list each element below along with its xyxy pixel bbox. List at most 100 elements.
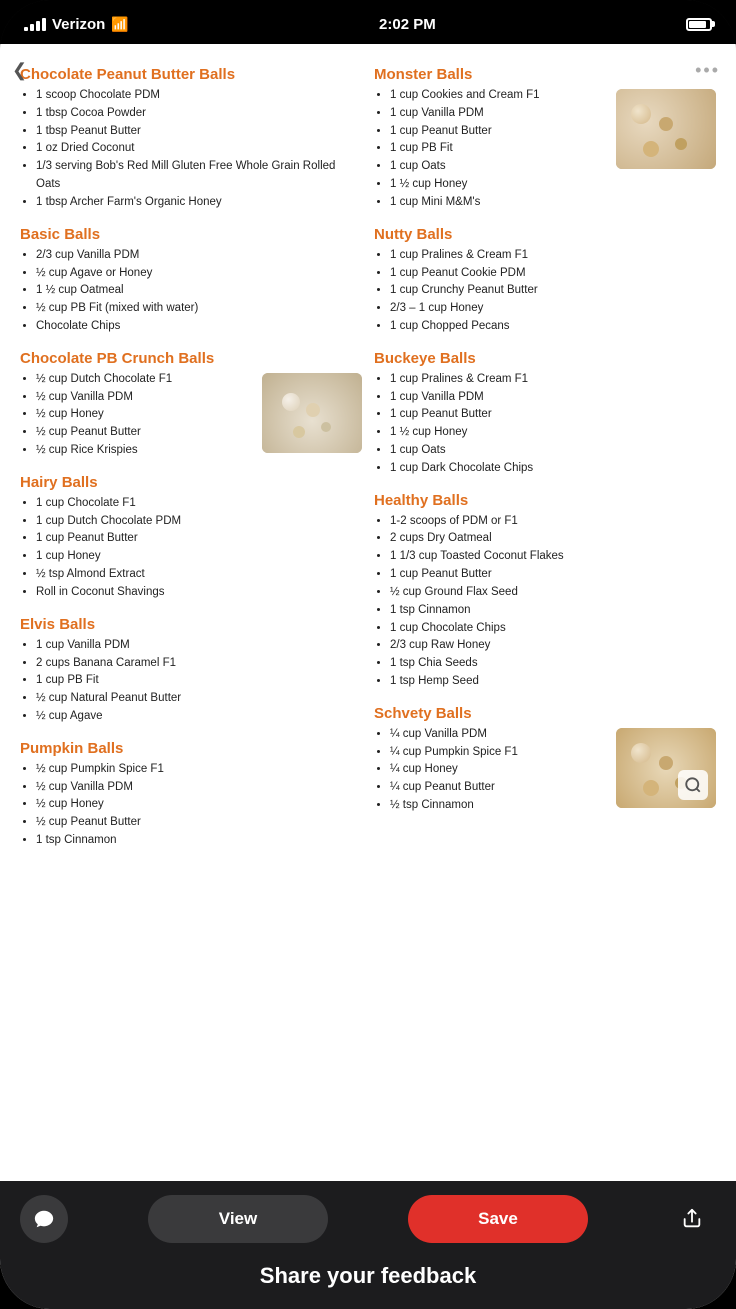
list-item: 1 cup Pralines & Cream F1 [390, 247, 716, 265]
list-item: 1 tbsp Cocoa Powder [36, 105, 362, 123]
ingredients-hairy-balls: 1 cup Chocolate F1 1 cup Dutch Chocolate… [20, 495, 362, 602]
list-item: 2 cups Banana Caramel F1 [36, 655, 362, 673]
list-item: Chocolate Chips [36, 318, 362, 336]
recipe-monster-balls: Monster Balls 1 cup Cookies and Cream F1… [374, 66, 716, 212]
list-item: ½ cup Agave or Honey [36, 265, 362, 283]
schvety-balls-image [616, 728, 716, 808]
ingredients-elvis-balls: 1 cup Vanilla PDM 2 cups Banana Caramel … [20, 637, 362, 726]
list-item: 1/3 serving Bob's Red Mill Gluten Free W… [36, 158, 362, 194]
status-bar: Verizon 📶 2:02 PM [0, 0, 736, 44]
list-item: 1 cup Oats [390, 442, 716, 460]
list-item: 1 cup Chopped Pecans [390, 318, 716, 336]
recipe-title-elvis-balls: Elvis Balls [20, 616, 362, 633]
list-item: Roll in Coconut Shavings [36, 584, 362, 602]
list-item: ½ cup Ground Flax Seed [390, 584, 716, 602]
scan-icon[interactable] [678, 770, 708, 800]
list-item: 1 cup PB Fit [36, 672, 362, 690]
recipe-basic-balls: Basic Balls 2/3 cup Vanilla PDM ½ cup Ag… [20, 226, 362, 336]
list-item: 1 cup Peanut Butter [390, 406, 716, 424]
list-item: ½ cup Pumpkin Spice F1 [36, 761, 362, 779]
list-item: 1 ½ cup Honey [390, 424, 716, 442]
list-item: 1 cup Mini M&M's [390, 194, 716, 212]
more-options-button[interactable]: ••• [695, 60, 720, 81]
list-item: 1 tsp Cinnamon [390, 602, 716, 620]
list-item: 1 ½ cup Honey [390, 176, 716, 194]
list-item: 2/3 cup Vanilla PDM [36, 247, 362, 265]
recipe-title-chocolate-pb-crunch: Chocolate PB Crunch Balls [20, 350, 362, 367]
recipe-nutty-balls: Nutty Balls 1 cup Pralines & Cream F1 1 … [374, 226, 716, 336]
recipe-hairy-balls: Hairy Balls 1 cup Chocolate F1 1 cup Dut… [20, 474, 362, 602]
feedback-label: Share your feedback [0, 1263, 736, 1289]
list-item: 1 cup Peanut Butter [36, 530, 362, 548]
signal-icon [24, 18, 46, 31]
recipe-title-nutty-balls: Nutty Balls [374, 226, 716, 243]
recipe-title-chocolate-pb-balls: Chocolate Peanut Butter Balls [20, 66, 362, 83]
ingredients-basic-balls: 2/3 cup Vanilla PDM ½ cup Agave or Honey… [20, 247, 362, 336]
ingredients-buckeye-balls: 1 cup Pralines & Cream F1 1 cup Vanilla … [374, 371, 716, 478]
share-button[interactable] [668, 1195, 716, 1243]
recipe-buckeye-balls: Buckeye Balls 1 cup Pralines & Cream F1 … [374, 350, 716, 478]
list-item: ½ cup Honey [36, 796, 362, 814]
list-item: 1 tbsp Peanut Butter [36, 123, 362, 141]
recipe-schvety-balls: Schvety Balls ¼ cup Vanilla PD [374, 705, 716, 815]
list-item: 1 1/3 cup Toasted Coconut Flakes [390, 548, 716, 566]
monster-balls-image [616, 89, 716, 169]
recipe-elvis-balls: Elvis Balls 1 cup Vanilla PDM 2 cups Ban… [20, 616, 362, 726]
list-item: ½ cup Peanut Butter [36, 814, 362, 832]
wifi-icon: 📶 [111, 16, 128, 33]
list-item: 1 ½ cup Oatmeal [36, 282, 362, 300]
list-item: 2/3 – 1 cup Honey [390, 300, 716, 318]
time-label: 2:02 PM [379, 16, 436, 33]
phone-frame: Verizon 📶 2:02 PM ❮ ••• Chocolate Peanut… [0, 0, 736, 1309]
list-item: 1 cup Honey [36, 548, 362, 566]
list-item: 1 cup Dark Chocolate Chips [390, 460, 716, 478]
recipe-title-hairy-balls: Hairy Balls [20, 474, 362, 491]
list-item: 1 cup Peanut Butter [390, 566, 716, 584]
list-item: 2 cups Dry Oatmeal [390, 530, 716, 548]
recipe-title-buckeye-balls: Buckeye Balls [374, 350, 716, 367]
list-item: 1 scoop Chocolate PDM [36, 87, 362, 105]
list-item: 1-2 scoops of PDM or F1 [390, 513, 716, 531]
ingredients-nutty-balls: 1 cup Pralines & Cream F1 1 cup Peanut C… [374, 247, 716, 336]
list-item: 1 cup Crunchy Peanut Butter [390, 282, 716, 300]
list-item: 2/3 cup Raw Honey [390, 637, 716, 655]
list-item: 1 tsp Hemp Seed [390, 673, 716, 691]
list-item: 1 cup Peanut Cookie PDM [390, 265, 716, 283]
battery-icon [686, 18, 712, 31]
recipe-pumpkin-balls: Pumpkin Balls ½ cup Pumpkin Spice F1 ½ c… [20, 740, 362, 850]
status-left: Verizon 📶 [24, 16, 129, 33]
comment-button[interactable] [20, 1195, 68, 1243]
list-item: 1 cup Pralines & Cream F1 [390, 371, 716, 389]
left-column: Chocolate Peanut Butter Balls 1 scoop Ch… [20, 66, 362, 864]
plate-image-visual [262, 373, 362, 453]
back-arrow[interactable]: ❮ [12, 60, 27, 81]
content-area: ❮ ••• Chocolate Peanut Butter Balls 1 sc… [0, 44, 736, 1309]
recipe-title-schvety-balls: Schvety Balls [374, 705, 716, 722]
view-button[interactable]: View [148, 1195, 328, 1243]
recipe-title-basic-balls: Basic Balls [20, 226, 362, 243]
recipe-content: ❮ ••• Chocolate Peanut Butter Balls 1 sc… [0, 44, 736, 1181]
feedback-bar: Share your feedback [0, 1253, 736, 1309]
save-button[interactable]: Save [408, 1195, 588, 1243]
status-right [686, 18, 712, 31]
right-column: Monster Balls 1 cup Cookies and Cream F1… [374, 66, 716, 864]
list-item: 1 tsp Chia Seeds [390, 655, 716, 673]
list-item: ½ cup PB Fit (mixed with water) [36, 300, 362, 318]
carrier-label: Verizon [52, 16, 105, 33]
bottom-action-bar: View Save [0, 1181, 736, 1253]
list-item: ½ cup Vanilla PDM [36, 779, 362, 797]
recipe-healthy-balls: Healthy Balls 1-2 scoops of PDM or F1 2 … [374, 492, 716, 691]
ingredients-pumpkin-balls: ½ cup Pumpkin Spice F1 ½ cup Vanilla PDM… [20, 761, 362, 850]
balls-image-visual [616, 89, 716, 169]
list-item: 1 oz Dried Coconut [36, 140, 362, 158]
list-item: 1 cup Dutch Chocolate PDM [36, 513, 362, 531]
recipe-columns: Chocolate Peanut Butter Balls 1 scoop Ch… [16, 66, 720, 864]
recipe-title-healthy-balls: Healthy Balls [374, 492, 716, 509]
chocolate-pb-crunch-image [262, 373, 362, 453]
list-item: 1 tbsp Archer Farm's Organic Honey [36, 194, 362, 212]
recipe-chocolate-pb-balls: Chocolate Peanut Butter Balls 1 scoop Ch… [20, 66, 362, 212]
list-item: 1 cup Vanilla PDM [36, 637, 362, 655]
list-item: ½ tsp Almond Extract [36, 566, 362, 584]
ingredients-chocolate-pb-balls: 1 scoop Chocolate PDM 1 tbsp Cocoa Powde… [20, 87, 362, 212]
list-item: ½ cup Agave [36, 708, 362, 726]
